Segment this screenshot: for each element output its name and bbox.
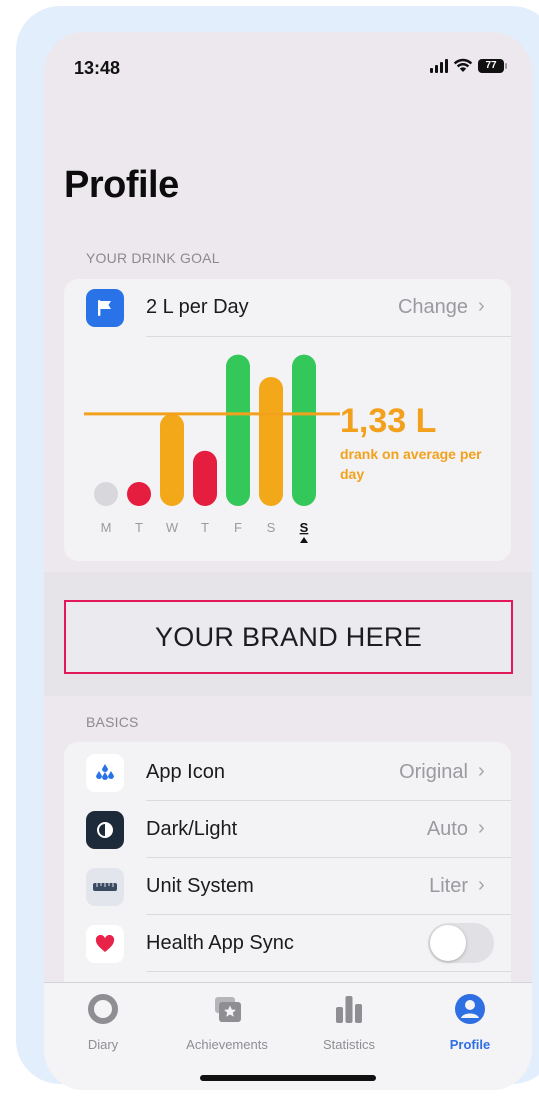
home-indicator — [200, 1075, 376, 1081]
chart-bar — [127, 482, 151, 506]
chart-day-label: S — [267, 520, 276, 535]
row-divider — [146, 857, 511, 858]
chart-day-label: S — [300, 520, 309, 535]
health-sync-toggle[interactable] — [428, 923, 494, 963]
chart-bar — [94, 482, 118, 506]
tab-achievements[interactable]: Achievements — [172, 991, 282, 1052]
chart-day-label: T — [135, 520, 143, 535]
unit-system-value[interactable]: Liter — [324, 875, 468, 898]
chart-bar — [193, 450, 217, 506]
basics-card: App Icon Original › Dark/Light Auto › Un… — [64, 742, 511, 1002]
average-caption: drank on average per day — [340, 446, 482, 482]
star-cards-icon — [215, 997, 241, 1022]
bar-chart-icon — [336, 996, 362, 1023]
chart-bar — [259, 376, 283, 506]
heart-icon — [86, 925, 124, 963]
health-sync-label: Health App Sync — [146, 932, 294, 954]
tab-statistics[interactable]: Statistics — [294, 991, 404, 1052]
weekly-drink-chart: MTWTFSS — [84, 354, 340, 543]
ruler-icon — [86, 868, 124, 906]
contrast-icon — [86, 811, 124, 849]
tab-profile[interactable]: Profile — [415, 991, 525, 1052]
tab-label: Statistics — [322, 1037, 375, 1052]
unit-system-label[interactable]: Unit System — [146, 875, 254, 898]
dark-light-value[interactable]: Auto — [324, 818, 468, 841]
tab-diary[interactable]: Diary — [48, 991, 158, 1052]
row-divider — [146, 800, 511, 801]
chart-bar — [226, 354, 250, 506]
phone-screen: 13:48 77 Profile YOUR DRINK GOAL 2 L per… — [44, 32, 532, 1090]
tab-label: Profile — [449, 1037, 491, 1052]
chevron-right-icon: › — [478, 874, 485, 896]
brand-placeholder[interactable]: YOUR BRAND HERE — [64, 600, 513, 674]
average-value: 1,33 L — [340, 402, 437, 440]
chart-day-label: T — [201, 520, 209, 535]
chevron-right-icon: › — [478, 817, 485, 839]
tab-bar: Diary Achievements Statistics Profile — [44, 982, 532, 1090]
person-icon — [455, 994, 485, 1024]
chart-day-label: F — [234, 520, 242, 535]
toggle-knob — [430, 925, 466, 961]
chart-day-label: M — [101, 520, 112, 535]
chart-day-label: W — [166, 520, 179, 535]
chart-bar — [292, 354, 316, 506]
chevron-right-icon: › — [478, 760, 485, 782]
tab-label: Diary — [87, 1037, 119, 1052]
row-divider — [146, 914, 511, 915]
chart-bar — [160, 413, 184, 506]
basics-section-header: BASICS — [86, 714, 139, 730]
ring-icon — [88, 994, 118, 1024]
app-icon-value[interactable]: Original — [324, 761, 468, 784]
drops-icon — [86, 754, 124, 792]
tab-label: Achievements — [186, 1037, 268, 1052]
app-icon-label[interactable]: App Icon — [146, 761, 225, 784]
row-divider — [146, 971, 511, 972]
current-day-marker — [300, 537, 308, 543]
dark-light-label[interactable]: Dark/Light — [146, 818, 237, 841]
